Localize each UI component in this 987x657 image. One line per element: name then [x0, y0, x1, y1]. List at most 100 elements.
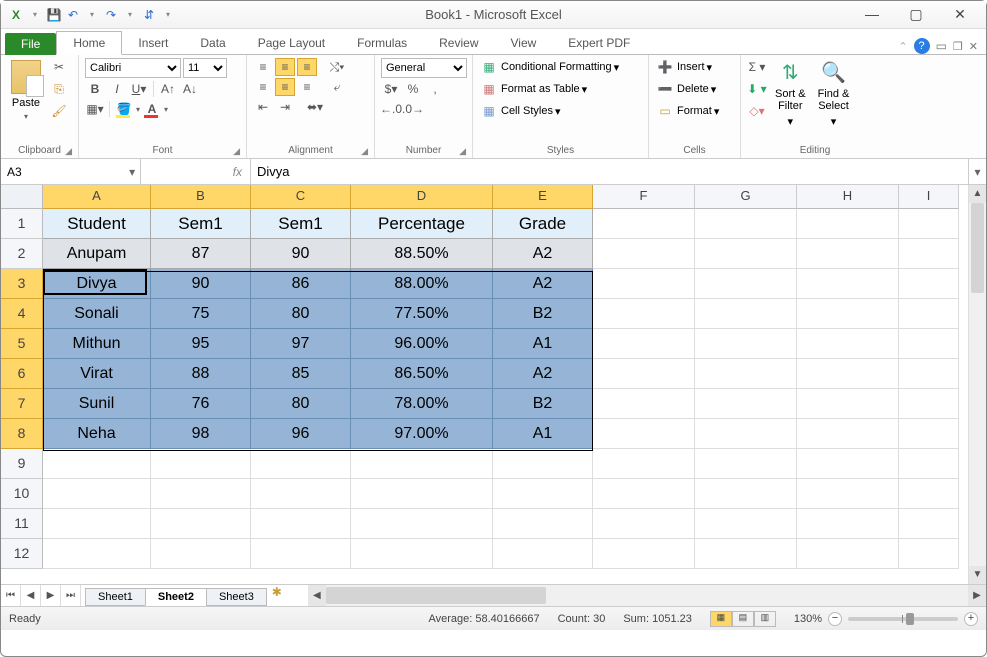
file-tab[interactable]: File	[5, 33, 56, 55]
tab-expert-pdf[interactable]: Expert PDF	[552, 32, 646, 54]
tab-data[interactable]: Data	[184, 32, 241, 54]
sheet-tab[interactable]: Sheet3	[206, 588, 267, 606]
normal-view-button[interactable]: ▦	[710, 611, 732, 627]
grow-font-icon[interactable]: A↑	[158, 80, 178, 98]
cell[interactable]	[797, 539, 899, 569]
cell[interactable]: Mithun	[43, 329, 151, 359]
zoom-out-button[interactable]: −	[828, 612, 842, 626]
italic-icon[interactable]: I	[107, 80, 127, 98]
font-name-combo[interactable]: Calibri	[85, 58, 181, 78]
cell-styles-button[interactable]: ▦Cell Styles ▾	[479, 102, 561, 120]
cells-area[interactable]: StudentSem1Sem1PercentageGradeAnupam8790…	[43, 209, 968, 584]
cell[interactable]: 85	[251, 359, 351, 389]
cell[interactable]: 76	[151, 389, 251, 419]
cell[interactable]	[493, 509, 593, 539]
cell[interactable]: A2	[493, 269, 593, 299]
prev-sheet-button[interactable]: ◀	[21, 585, 41, 606]
cell[interactable]	[593, 539, 695, 569]
insert-cells-button[interactable]: ➕Insert ▾	[655, 58, 712, 76]
tab-review[interactable]: Review	[423, 32, 494, 54]
row-header[interactable]: 6	[1, 359, 43, 389]
sort-icon[interactable]: ⇵	[140, 6, 158, 24]
align-right-icon[interactable]: ≡	[297, 78, 317, 96]
row-header[interactable]: 3	[1, 269, 43, 299]
cell[interactable]: 80	[251, 389, 351, 419]
cell[interactable]	[43, 509, 151, 539]
column-header[interactable]: F	[593, 185, 695, 209]
cell[interactable]: 96	[251, 419, 351, 449]
cell[interactable]	[695, 419, 797, 449]
cell[interactable]: Sem1	[151, 209, 251, 239]
fill-icon[interactable]: ⬇ ▾	[747, 80, 767, 98]
scroll-up-arrow[interactable]: ▲	[969, 185, 986, 203]
cell[interactable]: 87	[151, 239, 251, 269]
cell[interactable]	[43, 449, 151, 479]
paste-button[interactable]: Paste ▾	[7, 58, 45, 123]
cell[interactable]	[593, 269, 695, 299]
align-center-icon[interactable]: ≡	[275, 78, 295, 96]
cell[interactable]	[899, 389, 959, 419]
cell[interactable]: A2	[493, 359, 593, 389]
tab-page-layout[interactable]: Page Layout	[242, 32, 341, 54]
cell[interactable]: Sonali	[43, 299, 151, 329]
cell[interactable]	[593, 209, 695, 239]
cell[interactable]: B2	[493, 299, 593, 329]
autosum-icon[interactable]: Σ ▾	[747, 58, 767, 76]
cell[interactable]	[797, 449, 899, 479]
row-header[interactable]: 4	[1, 299, 43, 329]
align-bottom-icon[interactable]: ≡	[297, 58, 317, 76]
align-left-icon[interactable]: ≡	[253, 78, 273, 96]
cell[interactable]	[251, 449, 351, 479]
cell[interactable]	[151, 449, 251, 479]
cell[interactable]: 95	[151, 329, 251, 359]
column-header[interactable]: G	[695, 185, 797, 209]
scroll-down-arrow[interactable]: ▼	[969, 566, 986, 584]
sheet-tab[interactable]: Sheet1	[85, 588, 146, 606]
cell[interactable]	[695, 299, 797, 329]
clear-icon[interactable]: ◇▾	[747, 102, 767, 120]
formula-input[interactable]: Divya	[251, 159, 968, 184]
cell[interactable]	[493, 539, 593, 569]
column-header[interactable]: E	[493, 185, 593, 209]
cell[interactable]	[899, 419, 959, 449]
cell[interactable]	[899, 449, 959, 479]
zoom-level[interactable]: 130%	[794, 613, 822, 625]
expand-formula-bar-icon[interactable]: ▾	[968, 159, 986, 184]
merge-center-icon[interactable]: ⬌▾	[305, 98, 325, 116]
dropdown-icon[interactable]: ▾	[26, 6, 44, 24]
orientation-icon[interactable]: ⤭▾	[327, 58, 347, 76]
tab-insert[interactable]: Insert	[122, 32, 184, 54]
cell[interactable]	[695, 539, 797, 569]
cell[interactable]	[43, 479, 151, 509]
row-header[interactable]: 5	[1, 329, 43, 359]
scroll-right-arrow[interactable]: ▶	[968, 585, 986, 606]
cell[interactable]	[899, 479, 959, 509]
dropdown-icon[interactable]: ▾	[164, 105, 168, 114]
increase-indent-icon[interactable]: ⇥	[275, 98, 295, 116]
launcher-icon[interactable]: ◢	[233, 146, 240, 157]
row-header[interactable]: 9	[1, 449, 43, 479]
row-header[interactable]: 1	[1, 209, 43, 239]
row-header[interactable]: 10	[1, 479, 43, 509]
conditional-formatting-button[interactable]: ▦Conditional Formatting ▾	[479, 58, 619, 76]
cell[interactable]	[797, 419, 899, 449]
first-sheet-button[interactable]: ⏮	[1, 585, 21, 606]
close-button[interactable]: ✕	[950, 6, 970, 23]
cell[interactable]	[695, 209, 797, 239]
excel-icon[interactable]: X	[7, 6, 25, 24]
column-header[interactable]: H	[797, 185, 899, 209]
cell[interactable]	[593, 419, 695, 449]
wrap-text-icon[interactable]: ⤶	[327, 78, 347, 96]
window-minimize-icon[interactable]: ▭	[936, 39, 947, 53]
cell[interactable]	[351, 509, 493, 539]
hscroll-thumb[interactable]	[326, 587, 546, 604]
delete-cells-button[interactable]: ➖Delete ▾	[655, 80, 716, 98]
cell[interactable]	[593, 359, 695, 389]
cell[interactable]	[593, 389, 695, 419]
zoom-slider-thumb[interactable]	[906, 613, 914, 625]
cell[interactable]	[899, 239, 959, 269]
vscroll-thumb[interactable]	[971, 203, 984, 293]
last-sheet-button[interactable]: ⏭	[61, 585, 81, 606]
cell[interactable]	[695, 479, 797, 509]
cell[interactable]: 96.00%	[351, 329, 493, 359]
